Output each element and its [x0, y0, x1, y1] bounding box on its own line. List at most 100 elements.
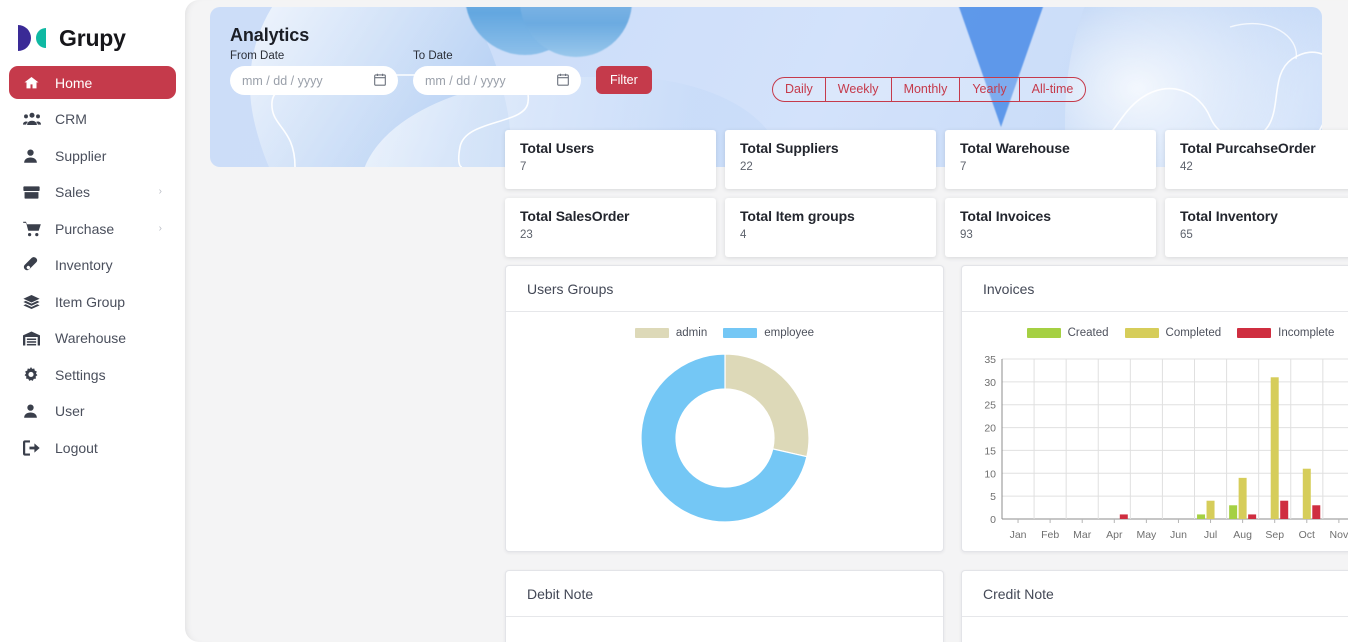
calendar-icon[interactable] [557, 73, 569, 89]
brand[interactable]: Grupy [0, 0, 185, 56]
sidebar-item-purchase[interactable]: Purchase › [9, 212, 176, 245]
stat-title: Total SalesOrder [520, 208, 630, 224]
bar-Aug-Created [1229, 505, 1238, 519]
users-groups-card-title: Users Groups [506, 266, 943, 312]
legend-item[interactable]: Created [1026, 327, 1109, 339]
stat-value: 23 [520, 229, 533, 241]
sidebar-item-inventory[interactable]: Inventory [9, 249, 176, 282]
legend-swatch-icon [634, 328, 669, 338]
invoices-card: Invoices Created Completed Incomplete 0 5 10… [961, 265, 1348, 552]
range-option-daily[interactable]: Daily [773, 78, 826, 101]
debit-note-card: Debit Note [505, 570, 944, 642]
sidebar-item-label: Logout [55, 439, 98, 456]
bar-Jul-Created [1197, 514, 1206, 519]
x-tick-label: Jul [1204, 529, 1217, 541]
y-tick-label: 35 [984, 354, 996, 366]
bar-Aug-Completed [1238, 477, 1247, 519]
legend-label: Incomplete [1278, 327, 1335, 339]
donut-svg [639, 353, 810, 523]
sidebar-item-sales[interactable]: Sales › [9, 176, 176, 209]
stat-card-total-purchase-order[interactable]: Total PurcahseOrder 42 [1165, 130, 1348, 189]
sidebar-item-logout[interactable]: Logout [9, 431, 176, 464]
y-tick-label: 15 [984, 445, 996, 457]
stat-value: 7 [520, 161, 527, 173]
stat-card-total-inventory[interactable]: Total Inventory 65 [1165, 198, 1348, 257]
sidebar-item-settings[interactable]: Settings [9, 358, 176, 391]
donut-chart [506, 348, 943, 528]
sidebar-item-user[interactable]: User [9, 395, 176, 428]
box-icon [23, 185, 45, 200]
stat-title: Total Invoices [960, 208, 1051, 224]
stat-card-total-suppliers[interactable]: Total Suppliers 22 [725, 130, 936, 189]
filter-button[interactable]: Filter [596, 66, 652, 94]
chevron-right-icon: › [158, 186, 162, 197]
stat-card-total-invoices[interactable]: Total Invoices 93 [945, 198, 1156, 257]
sidebar-item-crm[interactable]: CRM [9, 103, 176, 136]
legend-label: Created [1067, 327, 1109, 339]
legend-item[interactable]: Completed [1124, 327, 1222, 339]
sidebar-item-label: Item Group [55, 293, 126, 310]
users-group-icon [23, 111, 45, 127]
range-option-monthly[interactable]: Monthly [892, 78, 961, 101]
bar-Oct-Completed [1302, 468, 1311, 519]
bar-Jul-Completed [1206, 500, 1215, 519]
y-tick-label: 0 [990, 514, 996, 526]
page-title: Analytics [230, 25, 310, 45]
sidebar-item-label: Warehouse [55, 330, 127, 346]
stat-card-total-warehouse[interactable]: Total Warehouse 7 [945, 130, 1156, 189]
credit-note-card: Credit Note [961, 570, 1348, 642]
stat-value: 7 [960, 161, 967, 173]
range-option-yearly[interactable]: Yearly [960, 78, 1020, 101]
stat-value: 65 [1180, 229, 1193, 241]
y-tick-label: 30 [984, 377, 996, 389]
legend-swatch-icon [1237, 328, 1272, 338]
chevron-right-icon: › [158, 222, 162, 234]
legend-swatch-icon [1124, 328, 1159, 338]
person-icon [23, 148, 45, 164]
bar-chart-svg: 0 5 10 15 20 25 30 35 Jan Feb Mar Apr May Jun Jul Aug Se… [984, 354, 1348, 541]
range-option-all-time[interactable]: All-time [1020, 78, 1086, 101]
person-icon [23, 403, 45, 419]
to-date-group: To Date mm / dd / yyyy [413, 50, 581, 95]
sidebar-item-supplier[interactable]: Supplier [9, 139, 176, 172]
sidebar-item-item-group[interactable]: Item Group [9, 285, 176, 318]
legend-label: Completed [1165, 327, 1222, 339]
date-filter-row: From Date mm / dd / yyyy To Date mm / dd… [230, 50, 652, 95]
x-tick-label: Jan [1010, 529, 1027, 541]
y-tick-label: 5 [990, 491, 996, 503]
bar-Sep-Completed [1270, 377, 1279, 519]
legend-item[interactable]: employee [723, 327, 814, 339]
stat-title: Total Suppliers [740, 140, 839, 156]
legend-item[interactable]: admin [634, 327, 707, 339]
sidebar-item-warehouse[interactable]: Warehouse [9, 322, 176, 355]
credit-note-card-title: Credit Note [962, 571, 1348, 617]
from-date-group: From Date mm / dd / yyyy [230, 50, 398, 95]
from-date-value: mm / dd / yyyy [242, 73, 323, 88]
legend-item[interactable]: Incomplete [1237, 327, 1334, 339]
to-date-input[interactable]: mm / dd / yyyy [413, 66, 581, 95]
sidebar-item-home[interactable]: Home [9, 66, 176, 99]
legend-swatch-icon [1026, 328, 1061, 338]
grupy-logo-icon [16, 24, 50, 52]
legend-label: employee [764, 327, 815, 339]
calendar-icon[interactable] [374, 73, 386, 89]
sidebar-item-label: Home [55, 74, 93, 91]
stat-card-total-sales-order[interactable]: Total SalesOrder 23 [505, 198, 716, 257]
x-tick-label: Nov [1330, 529, 1348, 541]
sidebar-item-label: CRM [55, 111, 87, 127]
stat-card-total-users[interactable]: Total Users 7 [505, 130, 716, 189]
sidebar-item-label: Inventory [55, 257, 113, 273]
legend-swatch-icon [723, 328, 758, 338]
stat-value: 42 [1180, 161, 1193, 173]
to-date-label: To Date [413, 50, 453, 62]
stat-title: Total Inventory [1180, 208, 1278, 224]
x-tick-label: May [1136, 529, 1157, 541]
x-tick-label: Apr [1106, 529, 1123, 541]
stat-card-total-item-groups[interactable]: Total Item groups 4 [725, 198, 936, 257]
from-date-input[interactable]: mm / dd / yyyy [230, 66, 398, 95]
stat-value: 93 [960, 229, 973, 241]
layers-icon [23, 294, 45, 310]
x-tick-label: Jun [1170, 529, 1187, 541]
tag-icon [23, 257, 45, 273]
range-option-weekly[interactable]: Weekly [826, 78, 892, 101]
